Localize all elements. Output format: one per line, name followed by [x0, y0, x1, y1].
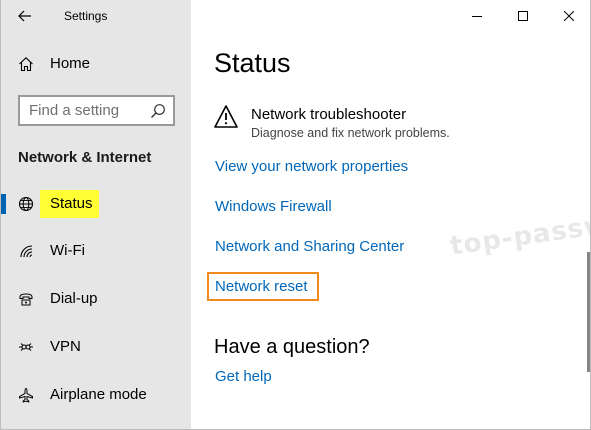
- windows-firewall-link[interactable]: Windows Firewall: [215, 198, 332, 215]
- sidebar-item-label: Wi-Fi: [50, 242, 85, 259]
- watermark: top-password.com: [448, 192, 591, 262]
- sidebar-item-label: Home: [50, 55, 91, 72]
- dialup-icon: [18, 291, 34, 307]
- titlebar: Settings: [1, 0, 191, 32]
- sidebar-item-status[interactable]: Status: [1, 184, 191, 224]
- network-reset-link[interactable]: Network reset: [215, 278, 308, 295]
- close-icon: [564, 11, 574, 21]
- scrollbar-thumb[interactable]: [587, 252, 590, 372]
- settings-window: Settings Home Network & Internet: [0, 0, 591, 430]
- search-input[interactable]: [20, 97, 148, 124]
- wifi-icon: [18, 243, 34, 259]
- sidebar-item-home[interactable]: Home: [1, 44, 191, 84]
- active-indicator: [1, 194, 6, 214]
- troubleshooter-description: Diagnose and fix network problems.: [251, 126, 450, 140]
- network-troubleshooter[interactable]: Network troubleshooter Diagnose and fix …: [214, 104, 544, 144]
- minimize-button[interactable]: [454, 0, 500, 32]
- view-network-properties-link[interactable]: View your network properties: [215, 158, 408, 175]
- maximize-icon: [518, 11, 528, 21]
- sidebar-item-vpn[interactable]: VPN: [1, 327, 191, 367]
- back-button[interactable]: [11, 4, 39, 28]
- minimize-icon: [472, 16, 482, 17]
- sidebar-item-label: Status: [50, 195, 93, 212]
- question-heading: Have a question?: [214, 336, 370, 358]
- page-title: Status: [214, 48, 291, 78]
- airplane-icon: [18, 387, 34, 403]
- back-arrow-icon: [18, 10, 31, 22]
- sidebar-item-wifi[interactable]: Wi-Fi: [1, 231, 191, 271]
- section-title: Network & Internet: [18, 149, 152, 166]
- get-help-link[interactable]: Get help: [215, 368, 272, 385]
- window-controls: [454, 0, 590, 32]
- troubleshooter-title: Network troubleshooter: [251, 106, 407, 123]
- vpn-icon: [18, 339, 34, 355]
- sidebar-item-airplane-mode[interactable]: Airplane mode: [1, 375, 191, 415]
- globe-icon: [18, 196, 34, 212]
- sidebar: Settings Home Network & Internet: [1, 0, 191, 429]
- sidebar-item-label: VPN: [50, 338, 81, 355]
- app-title: Settings: [64, 9, 108, 23]
- maximize-button[interactable]: [500, 0, 546, 32]
- home-icon: [18, 56, 34, 72]
- warning-icon: [214, 105, 238, 128]
- sidebar-item-label: Airplane mode: [50, 386, 147, 403]
- search-box[interactable]: [18, 95, 175, 126]
- sidebar-item-dialup[interactable]: Dial-up: [1, 279, 191, 319]
- network-sharing-center-link[interactable]: Network and Sharing Center: [215, 238, 404, 255]
- main-content: Status Network troubleshooter Diagnose a…: [191, 0, 591, 429]
- close-button[interactable]: [546, 0, 590, 32]
- sidebar-item-label: Dial-up: [50, 290, 98, 307]
- search-icon[interactable]: [150, 103, 166, 119]
